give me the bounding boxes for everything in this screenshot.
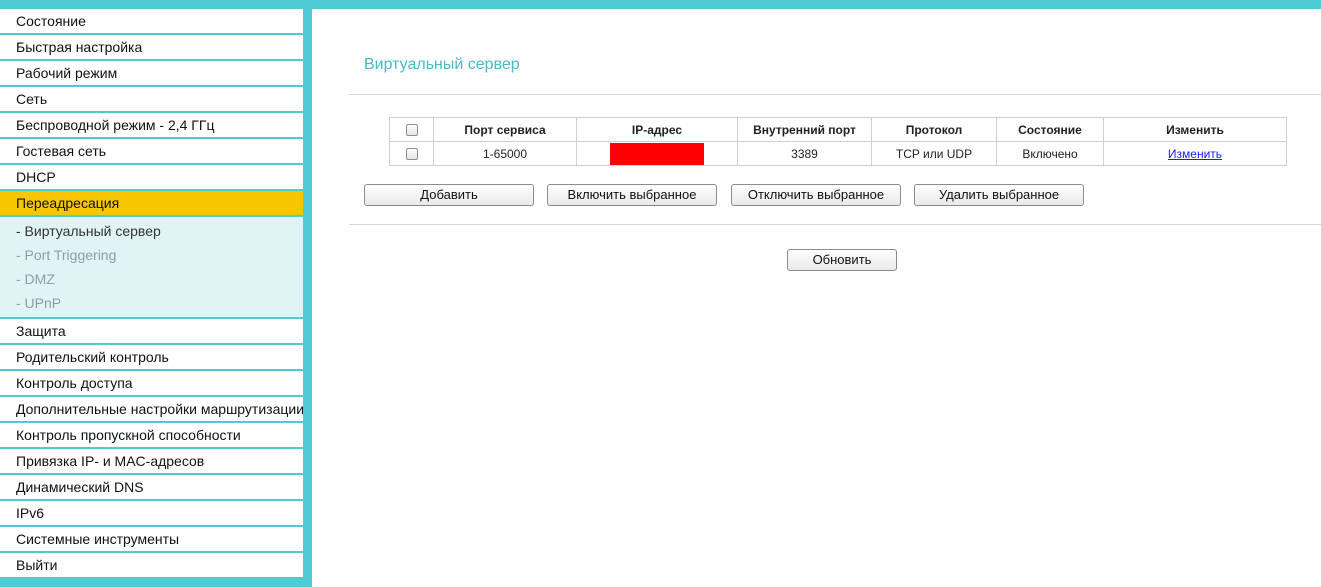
submenu-item-virtual-server[interactable]: - Виртуальный сервер (0, 219, 303, 243)
table-header-row: Порт сервиса IP-адрес Внутренний порт Пр… (389, 117, 1287, 142)
edit-link[interactable]: Изменить (1168, 147, 1222, 161)
sidebar-item-quick-setup[interactable]: Быстрая настройка (0, 35, 303, 59)
sidebar-item-forwarding[interactable]: Переадресация (0, 191, 303, 215)
sidebar-item-access-control[interactable]: Контроль доступа (0, 371, 303, 395)
header-service-port: Порт сервиса (433, 117, 577, 142)
submenu-item-port-triggering[interactable]: - Port Triggering (0, 243, 303, 267)
cell-service-port: 1-65000 (433, 141, 577, 166)
sidebar-item-status[interactable]: Состояние (0, 9, 303, 33)
page: Состояние Быстрая настройка Рабочий режи… (0, 0, 1321, 587)
sidebar-item-wireless-24[interactable]: Беспроводной режим - 2,4 ГГц (0, 113, 303, 137)
sidebar-item-security[interactable]: Защита (0, 319, 303, 343)
header-edit: Изменить (1103, 117, 1287, 142)
main-content: Виртуальный сервер Порт сервиса IP-адрес… (312, 9, 1321, 587)
sidebar-item-parental-control[interactable]: Родительский контроль (0, 345, 303, 369)
submenu-item-upnp[interactable]: - UPnP (0, 291, 303, 315)
row-checkbox[interactable] (405, 148, 418, 161)
sidebar-item-network[interactable]: Сеть (0, 87, 303, 111)
virtual-server-table: Порт сервиса IP-адрес Внутренний порт Пр… (389, 117, 1287, 166)
add-button[interactable]: Добавить (364, 184, 534, 206)
sidebar-item-ip-mac-binding[interactable]: Привязка IP- и MAC-адресов (0, 449, 303, 473)
sidebar-item-system-tools[interactable]: Системные инструменты (0, 527, 303, 551)
header-status: Состояние (996, 117, 1104, 142)
enable-selected-button[interactable]: Включить выбранное (547, 184, 717, 206)
cell-edit: Изменить (1103, 141, 1287, 166)
cell-status: Включено (996, 141, 1104, 166)
row-select-cell (389, 141, 434, 166)
redacted-ip-block (610, 142, 704, 165)
sidebar-menu: Состояние Быстрая настройка Рабочий режи… (0, 9, 303, 579)
cell-ip-address (576, 141, 738, 166)
sidebar-item-dhcp[interactable]: DHCP (0, 165, 303, 189)
sidebar-item-logout[interactable]: Выйти (0, 553, 303, 577)
cell-protocol: TCP или UDP (871, 141, 997, 166)
disable-selected-button[interactable]: Отключить выбранное (731, 184, 901, 206)
sidebar-item-dynamic-dns[interactable]: Динамический DNS (0, 475, 303, 499)
sidebar-item-advanced-routing[interactable]: Дополнительные настройки маршрутизации (0, 397, 303, 421)
refresh-button[interactable]: Обновить (787, 249, 897, 271)
cell-internal-port: 3389 (737, 141, 872, 166)
table-row: 1-65000 3389 TCP или UDP Включено Измени… (389, 141, 1287, 166)
top-accent-bar (0, 0, 1321, 9)
forwarding-submenu: - Виртуальный сервер - Port Triggering -… (0, 217, 303, 317)
select-all-checkbox[interactable] (405, 124, 418, 137)
header-protocol: Протокол (871, 117, 997, 142)
sidebar-item-ipv6[interactable]: IPv6 (0, 501, 303, 525)
header-select-all-cell (389, 117, 434, 142)
header-ip-address: IP-адрес (576, 117, 738, 142)
sidebar-item-bandwidth-control[interactable]: Контроль пропускной способности (0, 423, 303, 447)
divider-top (349, 94, 1321, 95)
submenu-item-dmz[interactable]: - DMZ (0, 267, 303, 291)
divider-bottom (349, 224, 1321, 225)
sidebar-item-guest-network[interactable]: Гостевая сеть (0, 139, 303, 163)
sidebar: Состояние Быстрая настройка Рабочий режи… (0, 9, 312, 587)
page-title: Виртуальный сервер (364, 56, 520, 73)
sidebar-item-operation-mode[interactable]: Рабочий режим (0, 61, 303, 85)
header-internal-port: Внутренний порт (737, 117, 872, 142)
delete-selected-button[interactable]: Удалить выбранное (914, 184, 1084, 206)
